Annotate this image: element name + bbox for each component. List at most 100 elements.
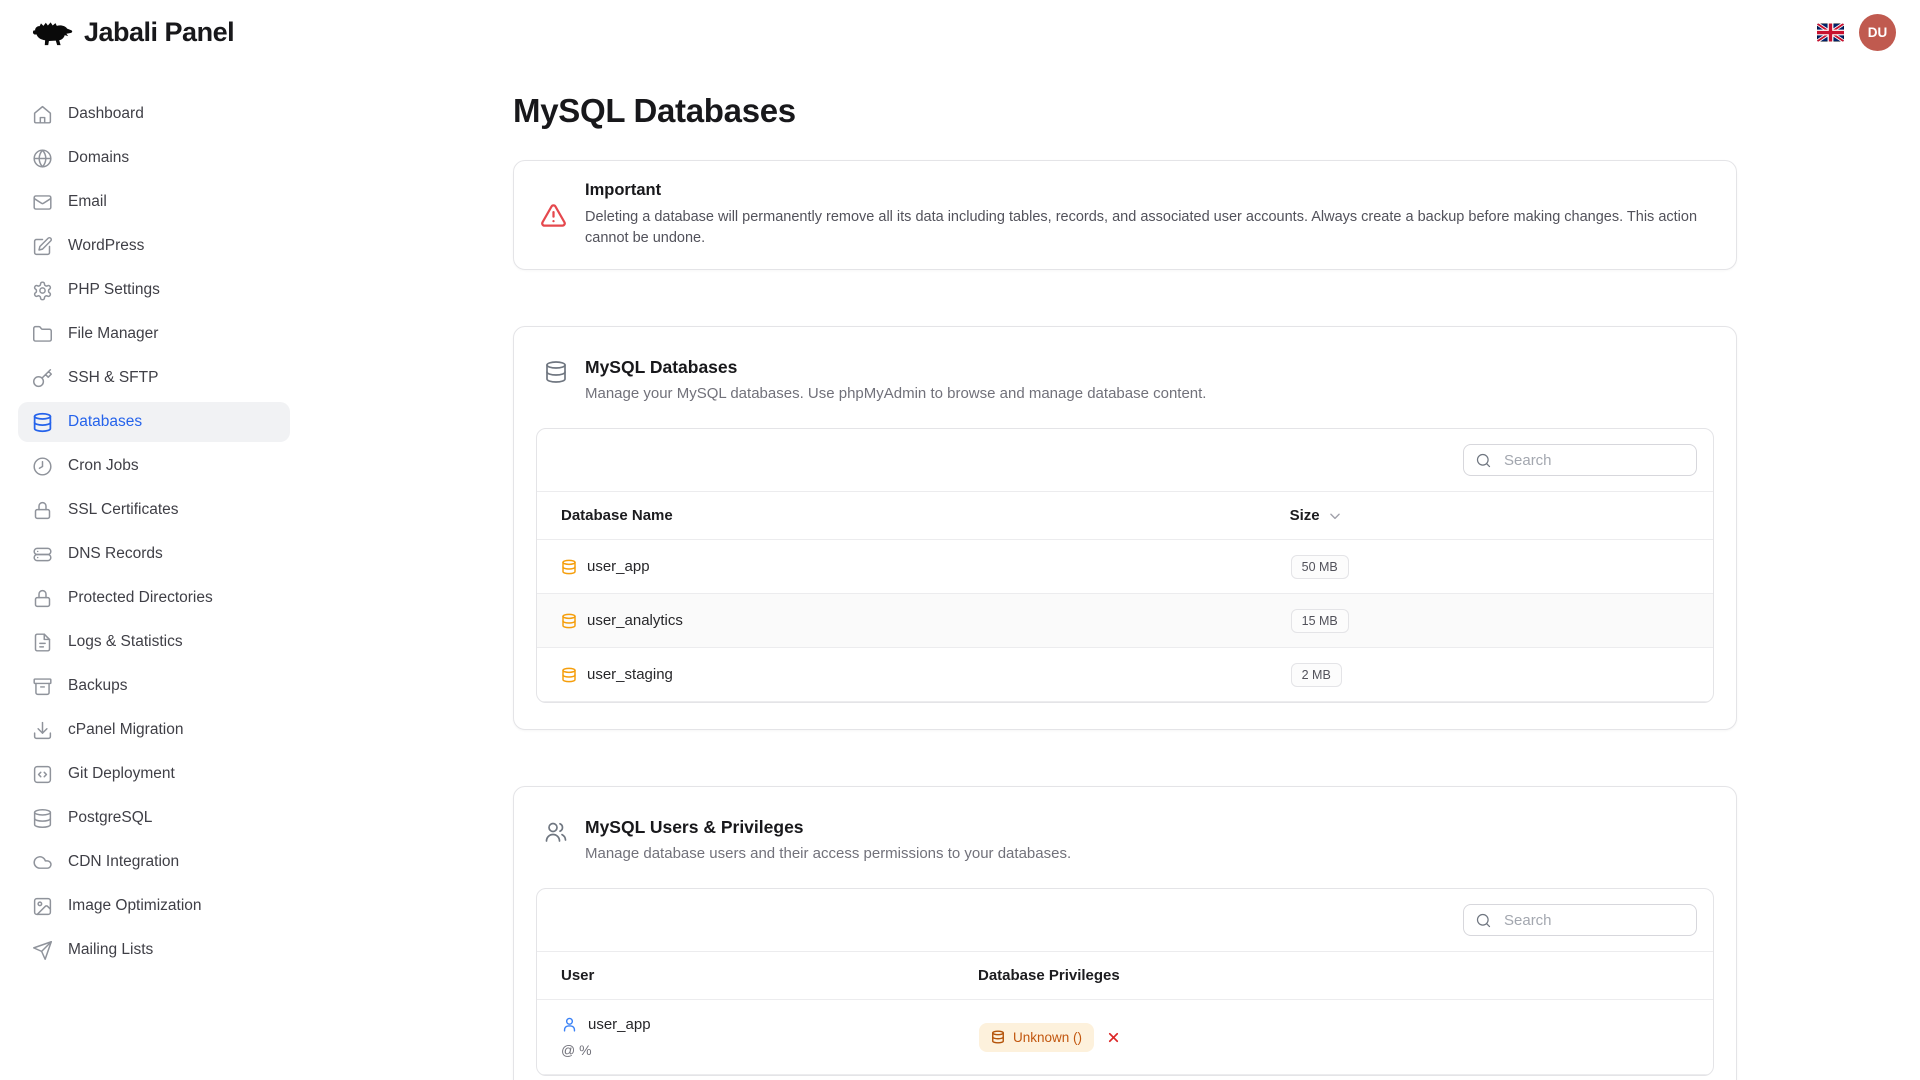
- remove-privilege-button[interactable]: [1106, 1030, 1121, 1045]
- sidebar-item-wordpress[interactable]: WordPress: [18, 226, 290, 266]
- databases-card-title: MySQL Databases: [585, 357, 1206, 378]
- sidebar-item-mailing-lists[interactable]: Mailing Lists: [18, 930, 290, 970]
- important-notice: Important Deleting a database will perma…: [513, 160, 1737, 270]
- sidebar-item-postgresql[interactable]: PostgreSQL: [18, 798, 290, 838]
- cloud-icon: [32, 852, 53, 873]
- archive-icon: [32, 676, 53, 697]
- search-icon: [1475, 452, 1492, 469]
- users-card-subtitle: Manage database users and their access p…: [585, 845, 1071, 862]
- sidebar-item-dashboard[interactable]: Dashboard: [18, 94, 290, 134]
- sidebar-item-label: Backups: [68, 677, 127, 695]
- users-card: MySQL Users & Privileges Manage database…: [513, 786, 1737, 1080]
- main-content: MySQL Databases Important Deleting a dat…: [513, 64, 1737, 1080]
- database-size-badge: 50 MB: [1291, 555, 1349, 579]
- uk-flag-icon: [1817, 23, 1844, 42]
- privileges-list: Unknown (): [979, 1023, 1712, 1052]
- sidebar-item-git-deployment[interactable]: Git Deployment: [18, 754, 290, 794]
- sidebar-item-label: PHP Settings: [68, 281, 160, 299]
- download-icon: [32, 720, 53, 741]
- column-header-user: User: [537, 952, 978, 1000]
- sidebar-item-cpanel-migration[interactable]: cPanel Migration: [18, 710, 290, 750]
- sidebar-nav: Dashboard Domains Email WordPress PHP Se…: [0, 64, 300, 994]
- databases-card-subtitle: Manage your MySQL databases. Use phpMyAd…: [585, 385, 1206, 402]
- user-name: user_app: [588, 1016, 651, 1033]
- column-header-database-name: Database Name: [537, 492, 1290, 540]
- server-icon: [32, 544, 53, 565]
- settings-icon: [32, 280, 53, 301]
- database-size-badge: 2 MB: [1291, 663, 1342, 687]
- search-icon: [1475, 912, 1492, 929]
- column-header-size-label: Size: [1290, 507, 1320, 524]
- sidebar-item-logs-statistics[interactable]: Logs & Statistics: [18, 622, 290, 662]
- top-right-controls: DU: [1817, 14, 1896, 51]
- notice-content: Important Deleting a database will perma…: [585, 181, 1705, 249]
- sidebar-item-label: PostgreSQL: [68, 809, 152, 827]
- sidebar-item-label: Image Optimization: [68, 897, 202, 915]
- sidebar-item-label: Cron Jobs: [68, 457, 139, 475]
- sidebar-item-label: SSL Certificates: [68, 501, 179, 519]
- chevron-down-icon: [1328, 509, 1342, 523]
- users-search-input[interactable]: [1502, 911, 1685, 930]
- database-icon: [544, 360, 568, 384]
- database-icon: [561, 667, 577, 683]
- key-icon: [32, 368, 53, 389]
- user-row[interactable]: user_app @ % Unknown (): [537, 1000, 1713, 1075]
- users-card-heading: MySQL Users & Privileges Manage database…: [585, 817, 1071, 862]
- user-host: @ %: [561, 1042, 978, 1058]
- file-text-icon: [32, 632, 53, 653]
- databases-table: Database Name Size: [537, 491, 1713, 702]
- users-toolbar: [537, 889, 1713, 951]
- databases-search-input[interactable]: [1502, 451, 1685, 470]
- notice-title: Important: [585, 181, 1705, 200]
- sidebar-item-php-settings[interactable]: PHP Settings: [18, 270, 290, 310]
- sidebar-item-ssh-sftp[interactable]: SSH & SFTP: [18, 358, 290, 398]
- sidebar-item-cdn-integration[interactable]: CDN Integration: [18, 842, 290, 882]
- sidebar-item-file-manager[interactable]: File Manager: [18, 314, 290, 354]
- sidebar-item-email[interactable]: Email: [18, 182, 290, 222]
- sidebar-item-domains[interactable]: Domains: [18, 138, 290, 178]
- databases-card-header: MySQL Databases Manage your MySQL databa…: [514, 327, 1736, 428]
- database-name: user_staging: [587, 666, 673, 683]
- database-row[interactable]: user_app 50 MB: [537, 540, 1713, 594]
- sidebar-item-label: DNS Records: [68, 545, 163, 563]
- sidebar-item-ssl-certificates[interactable]: SSL Certificates: [18, 490, 290, 530]
- send-icon: [32, 940, 53, 961]
- users-card-header: MySQL Users & Privileges Manage database…: [514, 787, 1736, 888]
- language-switcher[interactable]: [1817, 23, 1844, 42]
- users-card-title: MySQL Users & Privileges: [585, 817, 1071, 838]
- database-icon: [32, 808, 53, 829]
- column-header-privileges: Database Privileges: [978, 952, 1713, 1000]
- users-searchbox: [1463, 904, 1697, 936]
- sidebar-item-protected-directories[interactable]: Protected Directories: [18, 578, 290, 618]
- sidebar-item-label: Logs & Statistics: [68, 633, 183, 651]
- sidebar-item-label: Git Deployment: [68, 765, 175, 783]
- sidebar-item-image-optimization[interactable]: Image Optimization: [18, 886, 290, 926]
- database-icon: [561, 559, 577, 575]
- database-row[interactable]: user_staging 2 MB: [537, 648, 1713, 702]
- sidebar-item-cron-jobs[interactable]: Cron Jobs: [18, 446, 290, 486]
- brand-name: Jabali Panel: [84, 17, 234, 48]
- page-title: MySQL Databases: [513, 92, 1737, 130]
- edit-icon: [32, 236, 53, 257]
- sidebar-item-dns-records[interactable]: DNS Records: [18, 534, 290, 574]
- brand: Jabali Panel: [30, 16, 234, 48]
- lock-icon: [32, 500, 53, 521]
- home-icon: [32, 104, 53, 125]
- sidebar-item-backups[interactable]: Backups: [18, 666, 290, 706]
- database-icon: [991, 1030, 1005, 1044]
- top-header: Jabali Panel DU: [0, 0, 1920, 64]
- sidebar-item-label: cPanel Migration: [68, 721, 183, 739]
- avatar[interactable]: DU: [1859, 14, 1896, 51]
- database-icon: [32, 412, 53, 433]
- sidebar-item-label: Email: [68, 193, 107, 211]
- column-header-size-sort[interactable]: Size: [1290, 507, 1342, 524]
- privilege-badge: Unknown (): [979, 1023, 1094, 1052]
- sidebar-item-databases[interactable]: Databases: [18, 402, 290, 442]
- users-panel: User Database Privileges user_app @ %: [536, 888, 1714, 1076]
- database-size-badge: 15 MB: [1291, 609, 1349, 633]
- database-icon: [561, 613, 577, 629]
- notice-body: Deleting a database will permanently rem…: [585, 207, 1705, 249]
- database-row[interactable]: user_analytics 15 MB: [537, 594, 1713, 648]
- databases-card: MySQL Databases Manage your MySQL databa…: [513, 326, 1737, 730]
- databases-panel: Database Name Size: [536, 428, 1714, 703]
